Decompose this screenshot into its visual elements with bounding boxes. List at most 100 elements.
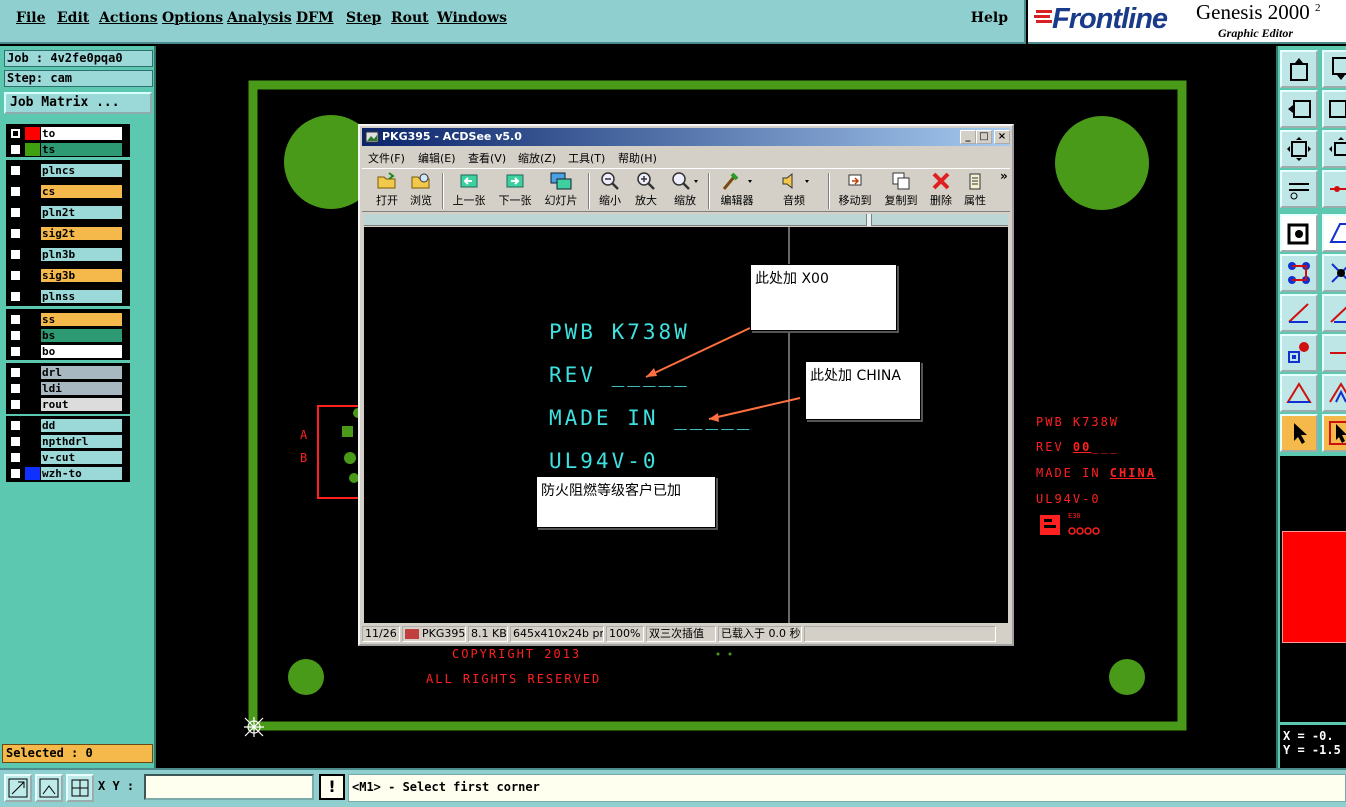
menu-edit[interactable]: Edit bbox=[57, 10, 89, 26]
maximize-button[interactable]: □ bbox=[976, 130, 992, 144]
open-button[interactable]: 打开 bbox=[372, 171, 402, 211]
prev-button[interactable]: 上一张 bbox=[450, 171, 488, 211]
layer-checkbox[interactable] bbox=[10, 330, 21, 341]
layer-checkbox[interactable] bbox=[10, 228, 21, 239]
layer-name[interactable]: cs bbox=[40, 184, 123, 199]
layer-checkbox[interactable] bbox=[10, 399, 21, 410]
minimap[interactable] bbox=[1280, 456, 1346, 722]
layer-row[interactable]: pln3b bbox=[6, 247, 126, 262]
tool-hline[interactable] bbox=[1322, 334, 1346, 372]
tool-zoom-home[interactable] bbox=[1322, 130, 1346, 168]
layer-name[interactable]: drl bbox=[40, 365, 123, 380]
layer-checkbox[interactable] bbox=[10, 314, 21, 325]
layer-checkbox[interactable] bbox=[10, 144, 21, 155]
minimize-button[interactable]: _ bbox=[960, 130, 976, 144]
acd-menu-help[interactable]: 帮助(H) bbox=[618, 150, 657, 166]
xy-input[interactable] bbox=[144, 774, 314, 800]
copy-to-button[interactable]: 复制到 bbox=[880, 171, 922, 211]
acd-menu-view[interactable]: 查看(V) bbox=[468, 150, 506, 166]
layer-row[interactable]: wzh-to bbox=[6, 466, 126, 481]
acd-menu-file[interactable]: 文件(F) bbox=[368, 150, 405, 166]
layer-checkbox[interactable] bbox=[10, 165, 21, 176]
layer-name[interactable]: bs bbox=[40, 328, 123, 343]
layer-name[interactable]: sig2t bbox=[40, 226, 123, 241]
tool-triangle-alt[interactable] bbox=[1322, 374, 1346, 412]
layer-checkbox[interactable] bbox=[10, 207, 21, 218]
menu-rout[interactable]: Rout bbox=[391, 10, 429, 26]
layer-row[interactable]: bs bbox=[6, 328, 126, 343]
layer-checkbox[interactable] bbox=[10, 186, 21, 197]
layer-checkbox[interactable] bbox=[10, 270, 21, 281]
tool-line[interactable] bbox=[1280, 294, 1318, 332]
tool-zoom-fit[interactable] bbox=[1280, 130, 1318, 168]
layer-name[interactable]: ts bbox=[40, 142, 123, 157]
tool-pan-left[interactable] bbox=[1280, 90, 1318, 128]
tool-pan-right[interactable] bbox=[1322, 90, 1346, 128]
close-button[interactable]: × bbox=[994, 130, 1010, 144]
layer-checkbox[interactable] bbox=[10, 367, 21, 378]
job-matrix-button[interactable]: Job Matrix ... bbox=[4, 92, 152, 114]
layer-name[interactable]: bo bbox=[40, 344, 123, 359]
layer-row[interactable]: sig3b bbox=[6, 268, 126, 283]
layer-name[interactable]: pln3b bbox=[40, 247, 123, 262]
layer-name[interactable]: pln2t bbox=[40, 205, 123, 220]
toolbar-overflow-chevron-icon[interactable]: » bbox=[1000, 169, 1008, 183]
layer-checkbox[interactable] bbox=[10, 420, 21, 431]
menu-help[interactable]: Help bbox=[971, 10, 1008, 26]
layer-row[interactable]: sig2t bbox=[6, 226, 126, 241]
minimap-viewport[interactable] bbox=[1282, 531, 1346, 643]
tool-select-box[interactable] bbox=[1280, 214, 1318, 252]
acdsee-titlebar[interactable]: PKG395 - ACDSee v5.0 _ □ × bbox=[362, 128, 1010, 146]
layer-row[interactable]: plnss bbox=[6, 289, 126, 304]
tool-step-down[interactable] bbox=[1322, 50, 1346, 88]
layer-name[interactable]: ldi bbox=[40, 381, 123, 396]
tool-select-poly[interactable] bbox=[1322, 214, 1346, 252]
layer-row[interactable]: ss bbox=[6, 312, 126, 327]
tool-triangle[interactable] bbox=[1280, 374, 1318, 412]
layer-name[interactable]: to bbox=[40, 126, 123, 141]
zoom-out-button[interactable]: 缩小 bbox=[594, 171, 626, 211]
layer-checkbox[interactable] bbox=[10, 249, 21, 260]
acdsee-window[interactable]: PKG395 - ACDSee v5.0 _ □ × 文件(F) 编辑(E) 查… bbox=[358, 124, 1014, 646]
layer-row[interactable]: ldi bbox=[6, 381, 126, 396]
layer-row[interactable]: drl bbox=[6, 365, 126, 380]
menu-dfm[interactable]: DFM bbox=[296, 10, 334, 26]
menu-windows[interactable]: Windows bbox=[437, 10, 507, 26]
tool-pointer-box[interactable] bbox=[1322, 414, 1346, 452]
menu-actions[interactable]: Actions bbox=[99, 10, 158, 26]
address-splitter[interactable] bbox=[866, 214, 872, 226]
layer-row[interactable]: dd bbox=[6, 418, 126, 433]
layer-name[interactable]: plnss bbox=[40, 289, 123, 304]
layer-name[interactable]: npthdrl bbox=[40, 434, 123, 449]
layer-row[interactable]: rout bbox=[6, 397, 126, 412]
menu-options[interactable]: Options bbox=[162, 10, 223, 26]
layer-checkbox[interactable] bbox=[10, 346, 21, 357]
acdsee-image-view[interactable]: PWB K738W REV _____ MADE IN _____ UL94V-… bbox=[364, 227, 1008, 623]
acd-menu-zoom[interactable]: 缩放(Z) bbox=[518, 150, 556, 166]
menu-analysis[interactable]: Analysis bbox=[227, 10, 292, 26]
audio-button[interactable]: 音频 bbox=[770, 171, 818, 211]
layer-row[interactable]: to bbox=[6, 126, 126, 141]
tool-connect-pads[interactable] bbox=[1280, 254, 1318, 292]
layer-checkbox[interactable] bbox=[10, 383, 21, 394]
next-button[interactable]: 下一张 bbox=[496, 171, 534, 211]
layer-row[interactable]: pln2t bbox=[6, 205, 126, 220]
layer-row[interactable]: npthdrl bbox=[6, 434, 126, 449]
layer-row[interactable]: cs bbox=[6, 184, 126, 199]
tool-snap[interactable] bbox=[1322, 170, 1346, 208]
tool-pad[interactable] bbox=[1280, 334, 1318, 372]
layer-name[interactable]: ss bbox=[40, 312, 123, 327]
layer-row[interactable]: ts bbox=[6, 142, 126, 157]
layer-name[interactable]: plncs bbox=[40, 163, 123, 178]
delete-button[interactable]: 删除 bbox=[926, 171, 956, 211]
tool-cross-select[interactable] bbox=[1322, 254, 1346, 292]
layer-checkbox[interactable] bbox=[10, 468, 21, 479]
slideshow-button[interactable]: 幻灯片 bbox=[542, 171, 580, 211]
properties-button[interactable]: 属性 bbox=[960, 171, 990, 211]
layer-checkbox[interactable] bbox=[10, 436, 21, 447]
layer-row[interactable]: plncs bbox=[6, 163, 126, 178]
tool-pointer[interactable] bbox=[1280, 414, 1318, 452]
layer-name[interactable]: wzh-to bbox=[40, 466, 123, 481]
zoom-button[interactable]: 缩放 bbox=[666, 171, 704, 211]
zoom-window-button[interactable] bbox=[4, 774, 32, 802]
